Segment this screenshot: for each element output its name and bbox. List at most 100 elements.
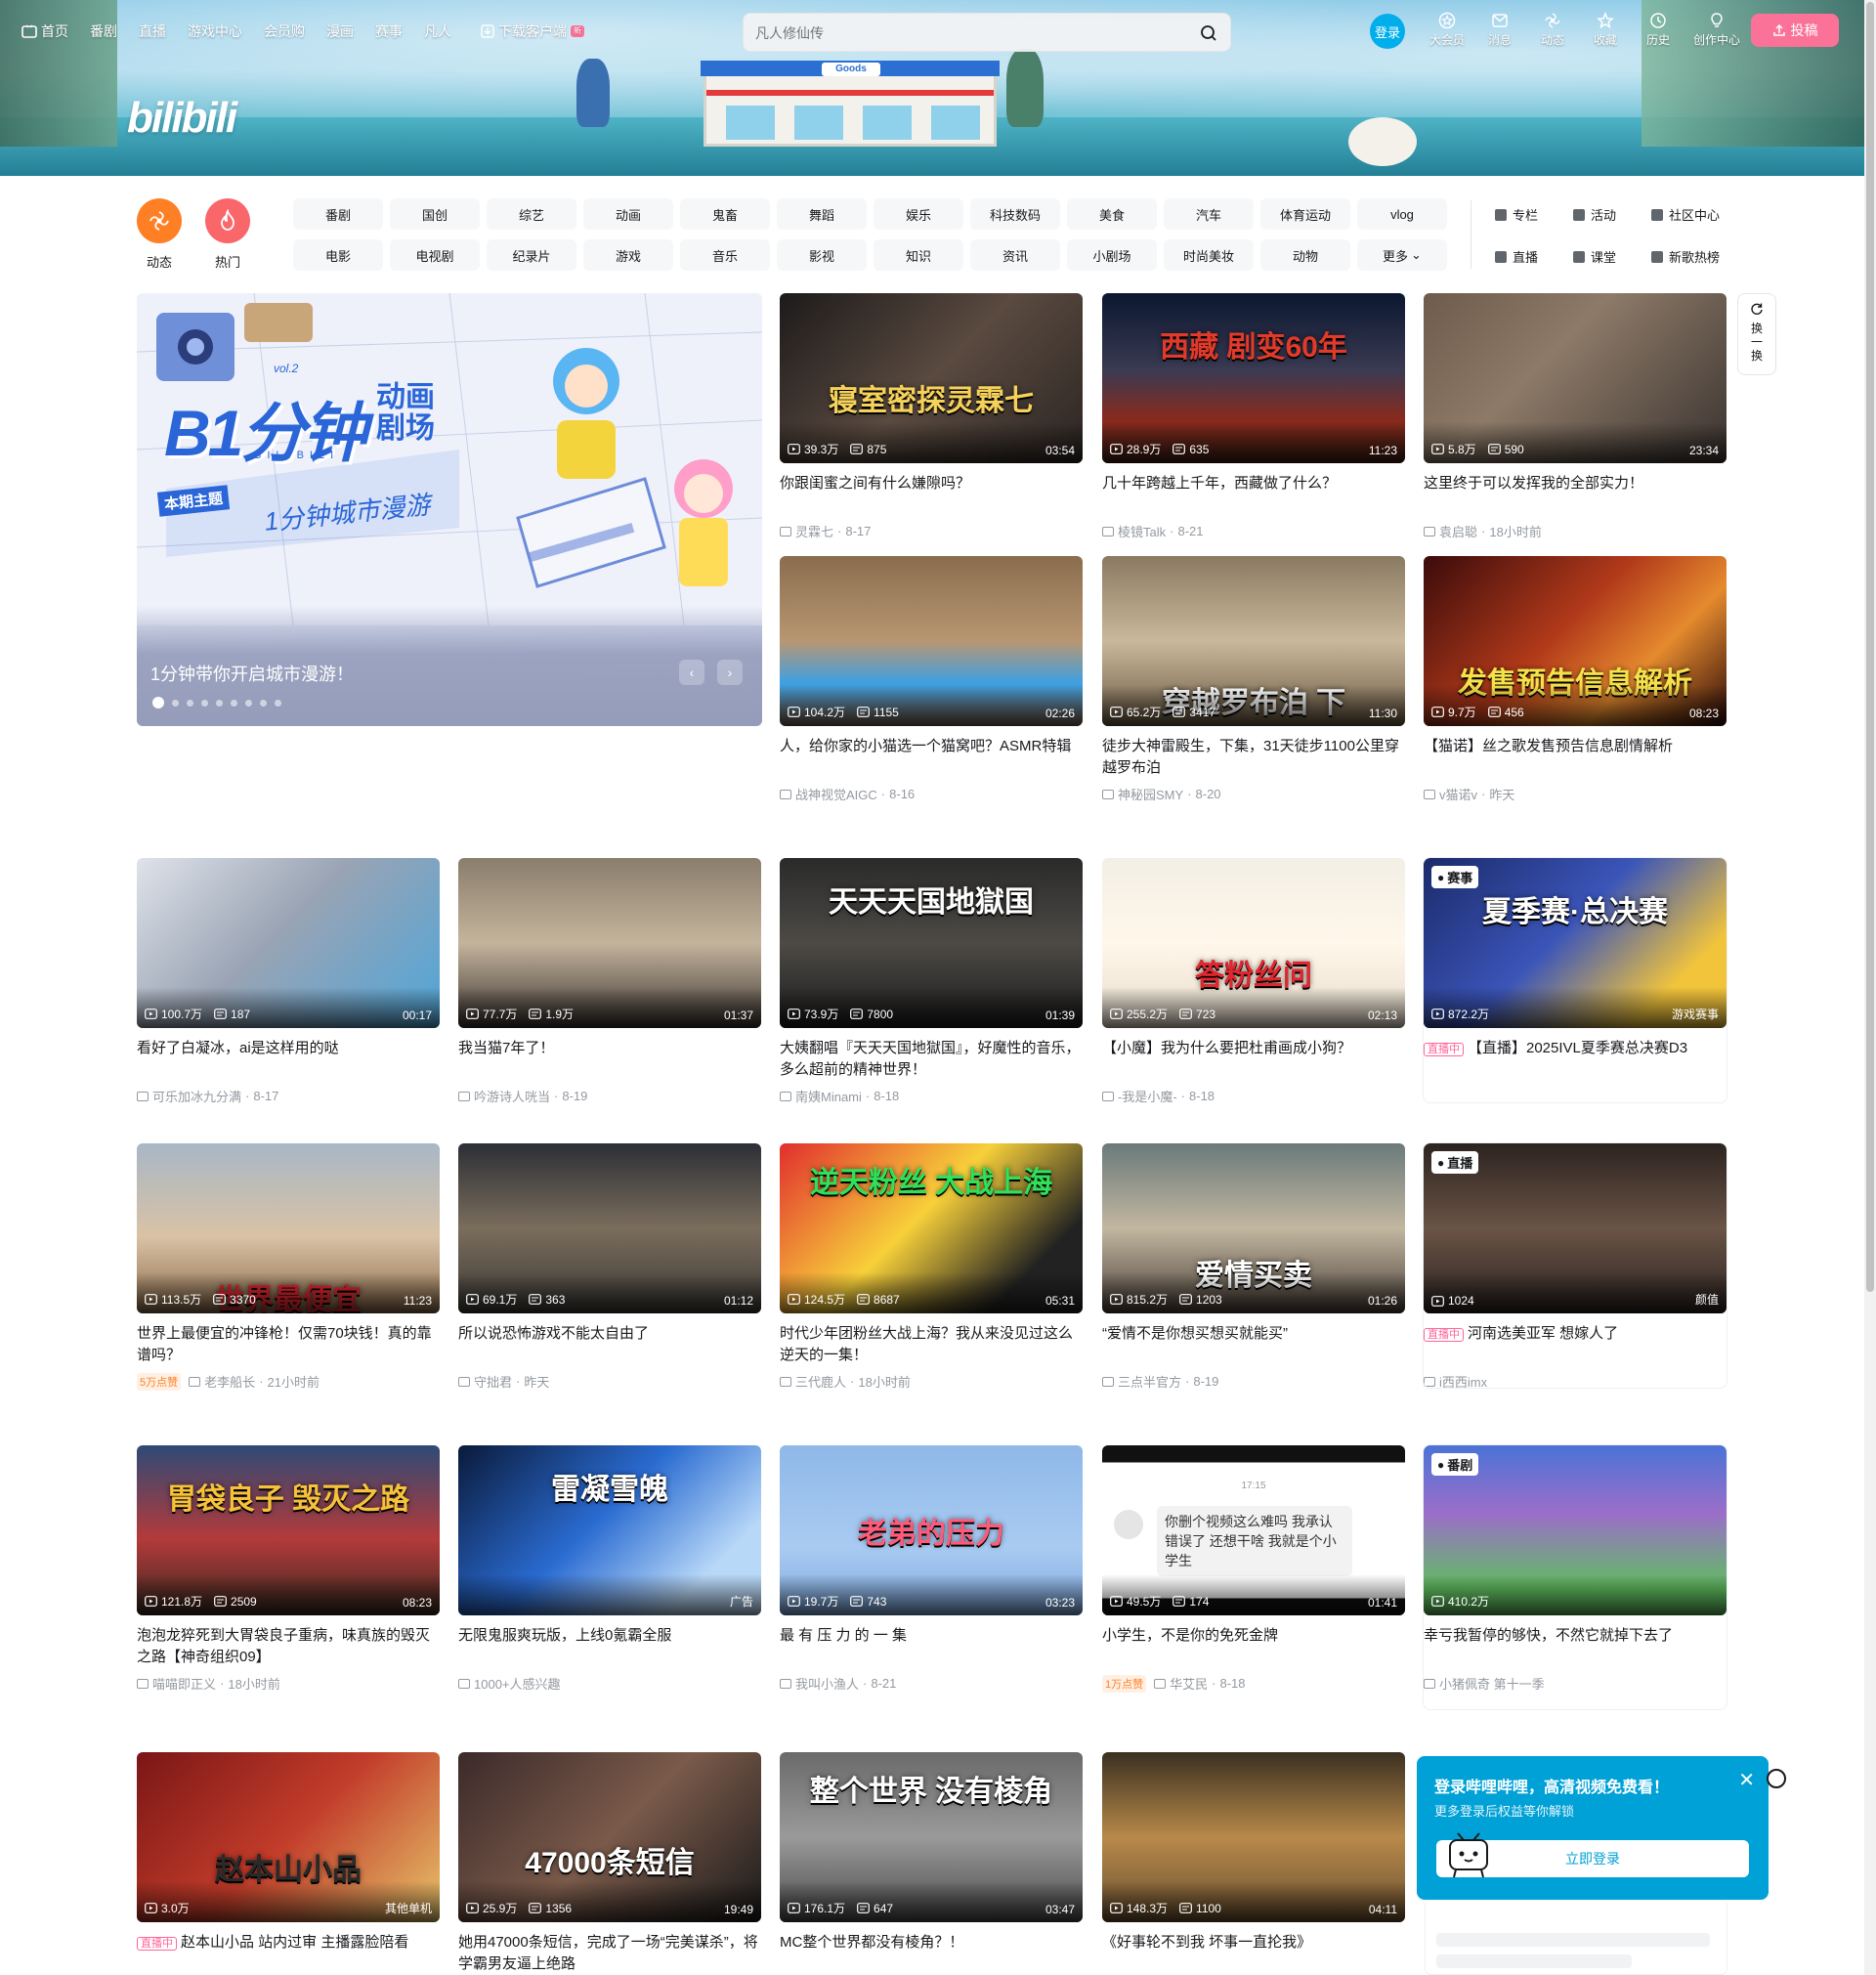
video-author[interactable]: 可乐加冰九分满 [152,1087,241,1105]
carousel-dot[interactable] [187,699,193,707]
video-title[interactable]: 徒步大神雷殿生，下集，31天徒步1100公里穿越罗布泊 [1102,736,1405,779]
video-card[interactable]: 胃袋良子 毁灭之路 121.8万 2509 08:23 泡泡龙猝死到大胃袋良子重病，味真… [137,1445,440,1693]
channel-chip[interactable]: 资讯 [970,239,1060,271]
nav-manga[interactable]: 漫画 [326,21,354,41]
channel-chip[interactable]: 纪录片 [487,239,576,271]
video-thumbnail[interactable]: 答粉丝问 255.2万 723 02:13 [1102,858,1405,1028]
channel-chip[interactable]: 汽车 [1164,198,1254,230]
page-scrollbar[interactable] [1864,0,1876,1975]
channel-chip[interactable]: 综艺 [487,198,576,230]
video-card[interactable]: 雷凝雪魄 广告 无限鬼服爽玩版，上线0氪霸全服 1000+人感兴趣 [458,1445,761,1693]
carousel-dot[interactable] [231,699,237,707]
video-author[interactable]: 1000+人感兴趣 [474,1674,561,1693]
video-title[interactable]: 【小魔】我为什么要把杜甫画成小狗？ [1102,1038,1405,1081]
upload-button[interactable]: 投稿 [1751,14,1839,47]
search-input[interactable] [755,22,1185,44]
channel-chip[interactable]: vlog [1357,198,1447,230]
video-title[interactable]: 泡泡龙猝死到大胃袋良子重病，味真族的毁灭之路【神奇组织09】 [137,1625,440,1668]
channel-chip[interactable]: 时尚美妆 [1164,239,1254,271]
video-thumbnail[interactable]: 爱情买卖815.2万120301:26 [1102,1143,1405,1313]
carousel-dot[interactable] [152,697,164,708]
carousel-dot[interactable] [245,699,252,707]
hero-carousel[interactable]: B1分钟 动画 剧场 vol.2 BILIBILI 本期主题 1分钟城市漫游 1… [137,293,762,726]
video-thumbnail[interactable]: 整个世界 没有棱角 176.1万 647 03:47 [780,1752,1083,1922]
video-thumbnail[interactable]: 77.7万 1.9万 01:37 [458,858,761,1028]
video-thumbnail[interactable]: 赵本山小品 3.0万 其他单机 [137,1752,440,1922]
side-link-activity[interactable]: 活动 [1573,205,1651,224]
video-thumbnail[interactable]: 逆天粉丝 大战上海 124.5万 8687 05:31 [780,1143,1083,1313]
nav-creator[interactable]: 创作中心 [1684,12,1749,48]
video-author[interactable]: -我是小魔- [1118,1087,1177,1105]
video-card[interactable]: 西藏 剧变60年 28.9万 635 11:23 几十年跨越上千年，西藏做了什么？ 棱镜T… [1102,293,1405,540]
channel-chip[interactable]: 知识 [874,239,963,271]
video-card[interactable]: ● 番剧 410.2万幸亏我暂停的够快，不然它就掉下去了小猪佩奇 第十一季 [1423,1444,1727,1710]
video-card[interactable]: 69.1万 363 01:12 所以说恐怖游戏不能太自由了 守拙君 · 昨天 [458,1143,761,1391]
side-link-course[interactable]: 课堂 [1573,247,1651,266]
video-title[interactable]: 《好事轮不到我 坏事一直抡我》 [1102,1932,1405,1975]
video-title[interactable]: 最 有 压 力 的 一 集 [780,1625,1083,1668]
carousel-dot[interactable] [201,699,208,707]
channel-chip[interactable]: 更多 ⌄ [1357,239,1447,271]
side-link-column[interactable]: 专栏 [1495,205,1573,224]
video-thumbnail[interactable]: 100.7万 187 00:17 [137,858,440,1028]
video-author[interactable]: 华艾民 [1170,1674,1208,1693]
channel-chip[interactable]: 娱乐 [874,198,963,230]
video-card[interactable]: 104.2万 1155 02:26 人，给你家的小猫选一个猫窝吧？ASMR特辑 战神视觉… [780,556,1083,803]
video-title[interactable]: 大姨翻唱『天天天国地獄国』，好魔性的音乐，多么超前的精神世界！ [780,1038,1083,1081]
channel-chip[interactable]: 电影 [293,239,383,271]
video-thumbnail[interactable]: 雷凝雪魄 广告 [458,1445,761,1615]
channel-chip[interactable]: 影视 [777,239,867,271]
close-icon[interactable]: ✕ [1738,1768,1755,1792]
nav-dynamic[interactable]: 动态 [1526,12,1579,48]
video-card[interactable]: 爱情买卖815.2万120301:26“爱情不是你想买想买就能买”三点半官方·8… [1102,1143,1405,1391]
channel-chip[interactable]: 科技数码 [970,198,1060,230]
carousel-next-button[interactable]: › [717,660,743,685]
channel-chip[interactable]: 国创 [390,198,480,230]
video-card[interactable]: 77.7万 1.9万 01:37 我当猫7年了！ 吟游诗人咣当 · 8-19 [458,858,761,1105]
video-thumbnail[interactable]: 69.1万 363 01:12 [458,1143,761,1313]
video-thumbnail[interactable]: 夏季赛·总决赛 ● 赛事 872.2万 游戏赛事 [1424,858,1727,1028]
carousel-prev-button[interactable]: ‹ [679,660,704,685]
video-card[interactable]: 100.7万 187 00:17 看好了白凝冰，ai是这样用的哒 可乐加冰九分满 · 8-1… [137,858,440,1105]
channel-chip[interactable]: 小剧场 [1067,239,1157,271]
video-thumbnail[interactable]: 发售预告信息解析 9.7万 456 08:23 [1424,556,1727,726]
carousel-dot[interactable] [260,699,267,707]
video-card[interactable]: 整个世界 没有棱角 176.1万 647 03:47 MC整个世界都没有棱角？！ [780,1752,1083,1975]
video-author[interactable]: 吟游诗人咣当 [474,1087,550,1105]
carousel-title[interactable]: 1分钟带你开启城市漫游！ [150,661,354,686]
video-title[interactable]: 人，给你家的小猫选一个猫窝吧？ASMR特辑 [780,736,1083,779]
login-button[interactable]: 登录 [1370,14,1405,49]
channel-chip[interactable]: 鬼畜 [680,198,770,230]
video-title[interactable]: MC整个世界都没有棱角？！ [780,1932,1083,1975]
video-title[interactable]: 我当猫7年了！ [458,1038,761,1081]
channel-hot-button[interactable] [205,198,250,243]
video-thumbnail[interactable]: ● 番剧 410.2万 [1424,1445,1727,1615]
channel-chip[interactable]: 音乐 [680,239,770,271]
nav-game-center[interactable]: 游戏中心 [188,21,242,41]
video-title[interactable]: 世界上最便宜的冲锋枪！仅需70块钱！真的靠谱吗？ [137,1323,440,1366]
video-thumbnail[interactable]: 148.3万 1100 04:11 [1102,1752,1405,1922]
nav-home[interactable]: 首页 [21,21,68,41]
video-title[interactable]: 幸亏我暂停的够快，不然它就掉下去了 [1424,1625,1727,1668]
video-thumbnail[interactable]: 穿越罗布泊 下65.2万341711:30 [1102,556,1405,726]
nav-shop[interactable]: 会员购 [264,21,305,41]
video-author[interactable]: 小猪佩奇 第十一季 [1439,1674,1545,1693]
channel-chip[interactable]: 美食 [1067,198,1157,230]
nav-vip[interactable]: 大会员 [1421,12,1473,48]
video-author[interactable]: 棱镜Talk [1118,522,1166,540]
channel-chip[interactable]: 体育运动 [1260,198,1350,230]
video-thumbnail[interactable]: 47000条短信 25.9万 1356 19:49 [458,1752,761,1922]
video-title[interactable]: 【猫诺】丝之歌发售预告信息剧情解析 [1424,736,1727,779]
carousel-dot[interactable] [172,699,179,707]
video-author[interactable]: 战神视觉AIGC [795,785,877,803]
video-title[interactable]: 直播中 【直播】2025IVL夏季赛总决赛D3 [1424,1038,1727,1081]
channel-dynamic-button[interactable] [137,198,182,243]
video-author[interactable]: 守拙君 [474,1372,512,1391]
channel-chip[interactable]: 动物 [1260,239,1350,271]
refresh-button[interactable]: 换 一 换 [1737,293,1776,375]
nav-favorites[interactable]: 收藏 [1579,12,1632,48]
video-author[interactable]: v猫诺v [1439,785,1477,803]
video-thumbnail[interactable]: 5.8万 590 23:34 [1424,293,1727,463]
video-author[interactable]: i西西imx [1439,1372,1487,1391]
video-card[interactable]: 夏季赛·总决赛 ● 赛事 872.2万 游戏赛事直播中 【直播】2025IVL夏季赛总决赛… [1423,857,1727,1103]
